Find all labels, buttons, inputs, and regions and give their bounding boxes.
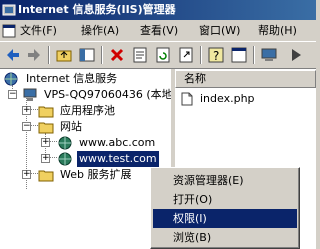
expand-expander[interactable]: +: [22, 106, 31, 115]
tree-label: VPS-QQ97060436 (本地计: [44, 88, 173, 101]
tree-label: Web 服务扩展: [60, 168, 132, 181]
column-header-name[interactable]: 名称: [175, 70, 316, 88]
console-icon[interactable]: [229, 45, 249, 65]
play-icon[interactable]: [286, 45, 306, 65]
tree-pane[interactable]: Internet 信息服务 − VPS-QQ97060436 (本地计 + 应用…: [0, 69, 173, 249]
context-menu-browse[interactable]: 浏览(B): [153, 228, 297, 247]
context-menu-permissions[interactable]: 权限(I): [153, 209, 297, 228]
delete-icon[interactable]: [107, 45, 127, 65]
context-menu-open[interactable]: 打开(O): [153, 190, 297, 209]
folder-icon: [38, 122, 54, 134]
toolbar: ?: [0, 42, 316, 69]
iis-app-icon: [2, 4, 16, 16]
expand-expander[interactable]: +: [22, 170, 31, 179]
tree-label: 应用程序池: [60, 104, 115, 117]
computer-icon[interactable]: [259, 45, 279, 65]
show-hide-tree-icon[interactable]: [77, 45, 97, 65]
collapse-expander[interactable]: −: [22, 122, 31, 131]
file-icon: [181, 92, 193, 106]
forward-arrow-icon[interactable]: [24, 45, 44, 65]
menu-view[interactable]: 查看(V): [140, 23, 178, 39]
menu-window[interactable]: 窗口(W): [199, 23, 240, 39]
expand-expander[interactable]: +: [41, 138, 50, 147]
server-computer-icon: [23, 88, 37, 101]
mmc-console-icon: [2, 24, 16, 38]
properties-icon[interactable]: [130, 45, 150, 65]
title-bar[interactable]: Internet 信息服务(IIS)管理器: [0, 0, 316, 20]
folder-icon: [38, 106, 54, 118]
menu-bar: 文件(F) 操作(A) 查看(V) 窗口(W) 帮助(H): [0, 20, 316, 42]
globe-icon: [58, 152, 72, 166]
iis-icon: [4, 72, 18, 86]
tree-label: 网站: [60, 120, 82, 133]
menu-action[interactable]: 操作(A): [81, 23, 119, 39]
tree-label: www.abc.com: [79, 136, 156, 149]
window-title: Internet 信息服务(IIS)管理器: [18, 3, 176, 16]
context-menu: 资源管理器(E) 打开(O) 权限(I) 浏览(B): [150, 167, 300, 249]
collapse-expander[interactable]: −: [8, 90, 17, 99]
menu-help[interactable]: 帮助(H): [258, 23, 297, 39]
back-arrow-icon[interactable]: [3, 45, 23, 65]
refresh-icon[interactable]: [153, 45, 173, 65]
tree-label: Internet 信息服务: [26, 72, 118, 85]
globe-icon: [58, 136, 72, 150]
expand-expander[interactable]: +: [41, 154, 50, 163]
context-menu-explorer[interactable]: 资源管理器(E): [153, 171, 297, 190]
tree-label-selected: www.test.com: [76, 150, 160, 168]
svg-text:?: ?: [213, 49, 219, 63]
folder-icon: [38, 170, 54, 182]
up-folder-icon[interactable]: [54, 45, 74, 65]
export-icon[interactable]: [176, 45, 196, 65]
help-icon[interactable]: ?: [206, 45, 226, 65]
